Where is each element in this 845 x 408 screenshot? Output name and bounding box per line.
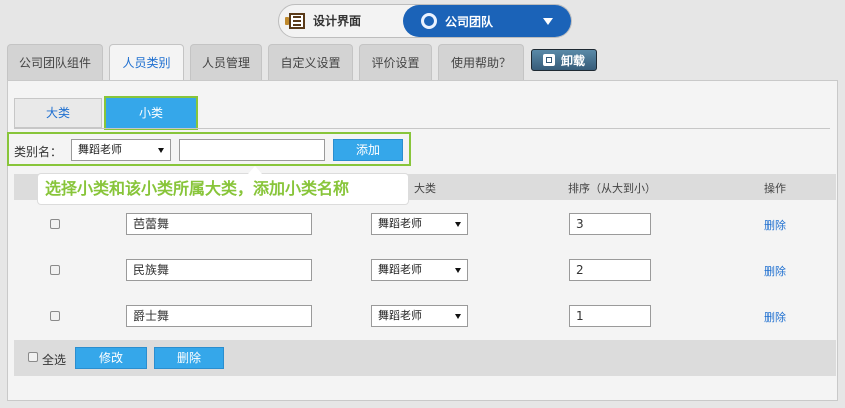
select-value: 舞蹈老师 [78, 143, 122, 156]
table-row: 爵士舞 舞蹈老师 1 删除 [14, 293, 836, 339]
table-row: 芭蕾舞 舞蹈老师 3 删除 [14, 201, 836, 247]
tab-staff-category[interactable]: 人员类别 [109, 44, 184, 81]
dropdown-arrow-icon [455, 222, 461, 227]
tab-staff-management[interactable]: 人员管理 [190, 44, 262, 80]
row-checkbox[interactable] [50, 219, 60, 229]
subcategory-name-input[interactable]: 民族舞 [126, 259, 312, 281]
order-input[interactable]: 2 [569, 259, 651, 281]
unload-icon [542, 54, 555, 66]
modify-button[interactable]: 修改 [75, 347, 147, 369]
header-action: 操作 [764, 182, 786, 195]
row-checkbox[interactable] [50, 265, 60, 275]
mode-switch: 设计界面 公司团队 [278, 4, 572, 38]
add-category-form: 类别名： 舞蹈老师 添加 [7, 132, 411, 166]
input-value: 民族舞 [133, 263, 170, 277]
modify-button-label: 修改 [98, 351, 123, 365]
input-value: 1 [576, 309, 584, 323]
tab-bar: 公司团队组件 人员类别 人员管理 自定义设置 评价设置 使用帮助？ [0, 44, 845, 81]
tab-label: 评价设置 [371, 56, 420, 70]
table-footer: 全选 修改 删除 [14, 340, 836, 376]
input-value: 3 [576, 217, 584, 231]
subtab-label: 小类 [138, 106, 163, 120]
tab-label: 自定义设置 [280, 56, 341, 70]
unload-button[interactable]: 卸载 [531, 49, 597, 71]
select-value: 舞蹈老师 [378, 217, 422, 230]
tab-label: 人员管理 [201, 56, 250, 70]
tab-help[interactable]: 使用帮助？ [438, 44, 524, 80]
input-value: 2 [576, 263, 584, 277]
table-row: 民族舞 舞蹈老师 2 删除 [14, 247, 836, 293]
notebook-icon [285, 13, 305, 29]
row-category-select[interactable]: 舞蹈老师 [371, 259, 468, 281]
delete-selected-button[interactable]: 删除 [154, 347, 224, 369]
parent-category-select[interactable]: 舞蹈老师 [71, 139, 171, 161]
order-input[interactable]: 3 [569, 213, 651, 235]
hint-text: 选择小类和该小类所属大类，添加小类名称 [45, 179, 350, 198]
subtab-label: 大类 [45, 106, 70, 120]
row-checkbox[interactable] [50, 311, 60, 321]
dropdown-arrow-icon [455, 314, 461, 319]
page: 设计界面 公司团队 公司团队组件 人员类别 人员管理 自定义设置 评价设置 使用… [0, 0, 845, 408]
hint-tooltip: 选择小类和该小类所属大类，添加小类名称 [38, 166, 408, 204]
delete-link[interactable]: 删除 [764, 263, 786, 279]
subcategory-name-input[interactable]: 爵士舞 [126, 305, 312, 327]
dropdown-arrow-icon [455, 268, 461, 273]
row-category-select[interactable]: 舞蹈老师 [371, 305, 468, 327]
select-value: 舞蹈老师 [378, 263, 422, 276]
dropdown-arrow-icon [158, 148, 164, 153]
subtab-big-category[interactable]: 大类 [14, 98, 102, 128]
delete-button-label: 删除 [176, 351, 201, 365]
header-category: 大类 [414, 182, 436, 195]
delete-link[interactable]: 删除 [764, 309, 786, 325]
row-category-select[interactable]: 舞蹈老师 [371, 213, 468, 235]
gear-icon [421, 13, 437, 29]
header-order: 排序（从大到小） [568, 182, 656, 195]
tab-label: 人员类别 [122, 56, 171, 70]
chevron-down-icon[interactable] [543, 18, 553, 25]
add-button[interactable]: 添加 [333, 139, 403, 161]
input-value: 爵士舞 [133, 309, 170, 323]
unload-label: 卸载 [560, 53, 585, 68]
tab-custom-settings[interactable]: 自定义设置 [268, 44, 353, 80]
delete-link[interactable]: 删除 [764, 217, 786, 233]
subtab-small-category[interactable]: 小类 [104, 96, 198, 130]
design-mode-button[interactable]: 设计界面 [285, 5, 362, 37]
tab-label: 公司团队组件 [18, 56, 91, 70]
divider [14, 128, 830, 129]
select-all-label: 全选 [42, 353, 67, 367]
team-mode-label: 公司团队 [445, 14, 494, 29]
category-name-input[interactable] [179, 139, 325, 161]
subcategory-name-input[interactable]: 芭蕾舞 [126, 213, 312, 235]
tab-label: 使用帮助？ [450, 56, 511, 70]
team-mode-button[interactable]: 公司团队 [403, 5, 571, 37]
select-value: 舞蹈老师 [378, 309, 422, 322]
input-value: 芭蕾舞 [133, 217, 170, 231]
tab-team-component[interactable]: 公司团队组件 [7, 44, 103, 80]
design-mode-label: 设计界面 [313, 14, 362, 28]
add-button-label: 添加 [355, 143, 380, 157]
order-input[interactable]: 1 [569, 305, 651, 327]
tab-review-settings[interactable]: 评价设置 [359, 44, 432, 80]
select-all-checkbox[interactable] [28, 352, 38, 362]
category-name-label: 类别名： [14, 145, 63, 159]
